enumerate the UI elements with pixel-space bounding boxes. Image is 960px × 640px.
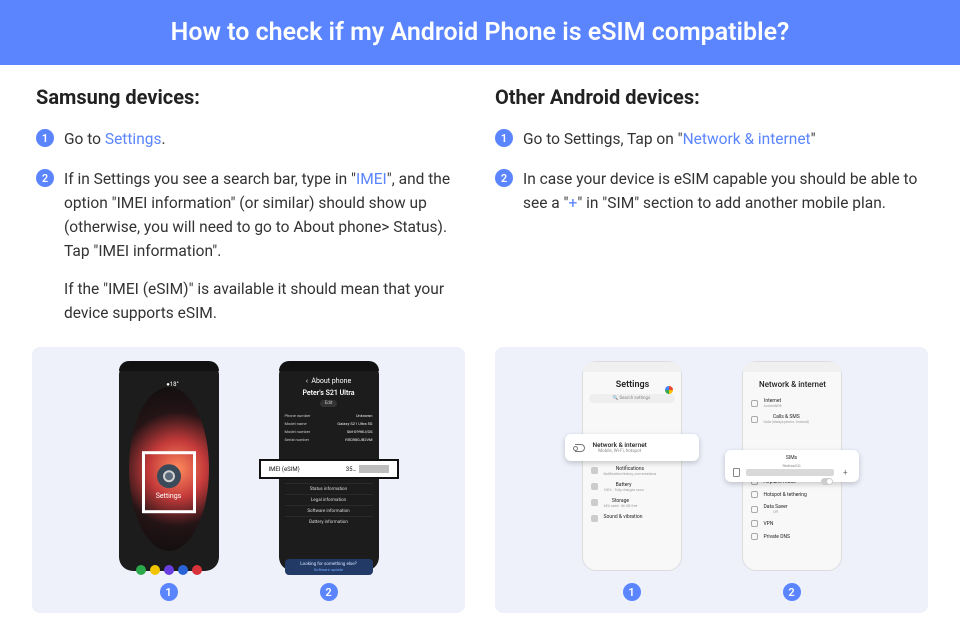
imei-highlight: IMEI (eSIM) 35… [259, 459, 399, 479]
dock-app-icon [164, 565, 174, 575]
dock-app-icon [136, 565, 146, 575]
other-shot-2: Network & internet InternetAndroidWifiCa… [742, 361, 842, 601]
phone-frame: Settings 🔍 Search settings Network & int… [582, 361, 682, 571]
network-internet-link[interactable]: Network & internet [683, 130, 811, 148]
other-step-1: 1 Go to Settings, Tap on "Network & inte… [495, 127, 924, 151]
other-heading: Other Android devices: [495, 85, 924, 109]
samsung-heading: Samsung devices: [36, 85, 465, 109]
status-bar [279, 361, 379, 371]
search-settings: 🔍 Search settings [589, 394, 675, 403]
settings-label: Settings [156, 492, 182, 500]
imei-link[interactable]: IMEI [356, 170, 387, 188]
other-steps: 1 Go to Settings, Tap on "Network & inte… [495, 127, 924, 215]
step-text: If in Settings you see a search bar, typ… [64, 167, 465, 325]
samsung-shot-2: ‹ About phone Peter's S21 Ultra Edit Pho… [279, 361, 379, 601]
samsung-gallery: ●18° Settings 1 [32, 347, 465, 613]
galleries: ●18° Settings 1 [0, 347, 960, 613]
step-badge: 2 [36, 169, 54, 187]
samsung-step-1: 1 Go to Settings. [36, 127, 465, 151]
other-shot-1: Settings 🔍 Search settings Network & int… [582, 361, 682, 601]
card-subtitle: Mobile, Wi-Fi, hotspot [593, 449, 647, 454]
samsung-steps: 1 Go to Settings. 2 If in Settings you s… [36, 127, 465, 325]
dock-app-icon [192, 565, 202, 575]
status-bar [743, 362, 841, 372]
settings-link[interactable]: Settings [105, 130, 162, 148]
blurred-region [359, 465, 389, 473]
status-bar [583, 362, 681, 372]
step-badge: 1 [495, 129, 513, 147]
shot-number: 1 [160, 583, 178, 601]
edit-button: Edit [320, 400, 338, 407]
shot-number: 2 [783, 583, 801, 601]
imei-value: 35… [346, 466, 357, 473]
step-badge: 2 [495, 169, 513, 187]
other-gallery: Settings 🔍 Search settings Network & int… [495, 347, 928, 613]
settings-title: Settings [591, 380, 675, 390]
google-icon [665, 386, 673, 394]
net-after-rows: Airplane modeHotspot & tetheringData Sav… [749, 475, 835, 543]
plus-icon: + [840, 468, 851, 477]
shot-number: 2 [320, 583, 338, 601]
plus-link[interactable]: + [569, 194, 578, 212]
net-top-rows: InternetAndroidWifiCalls & SMSData (alwa… [749, 395, 835, 427]
about-more-list: Status informationLegal informationSoftw… [285, 483, 373, 527]
sims-header: SIMs [733, 455, 851, 461]
phone-frame: Network & internet InternetAndroidWifiCa… [742, 361, 842, 571]
back-icon: ‹ [306, 377, 308, 385]
page-title: How to check if my Android Phone is eSIM… [0, 18, 960, 47]
step-text: In case your device is eSIM capable you … [523, 167, 924, 215]
step-text: Go to Settings. [64, 127, 166, 151]
status-bar [119, 361, 219, 371]
gear-icon [157, 464, 181, 488]
samsung-step-2: 2 If in Settings you see a search bar, t… [36, 167, 465, 325]
device-name: Peter's S21 Ultra [285, 389, 373, 397]
sims-card: SIMs RedtaoGO + [725, 450, 859, 482]
page-header: How to check if my Android Phone is eSIM… [0, 0, 960, 65]
phone-frame: ●18° Settings [119, 361, 219, 571]
other-column: Other Android devices: 1 Go to Settings,… [495, 85, 924, 341]
imei-label: IMEI (eSIM) [269, 466, 300, 473]
about-phone-header: About phone [311, 377, 351, 385]
sim-icon [733, 468, 740, 477]
instructions-columns: Samsung devices: 1 Go to Settings. 2 If … [0, 65, 960, 341]
blurred-region [746, 469, 834, 476]
shot-number: 1 [623, 583, 641, 601]
step-text: Go to Settings, Tap on "Network & intern… [523, 127, 816, 151]
help-prompt: Looking for something else? Software upd… [285, 559, 373, 575]
network-internet-card: Network & internet Mobile, Wi-Fi, hotspo… [565, 434, 699, 461]
step-badge: 1 [36, 129, 54, 147]
wifi-icon [575, 444, 585, 452]
network-internet-title: Network & internet [751, 380, 835, 389]
samsung-shot-1: ●18° Settings 1 [119, 361, 219, 601]
dock-app-icon [150, 565, 160, 575]
settings-highlight: Settings [142, 451, 196, 513]
other-step-2: 2 In case your device is eSIM capable yo… [495, 167, 924, 215]
phone-frame: ‹ About phone Peter's S21 Ultra Edit Pho… [279, 361, 379, 571]
dock-app-icon [178, 565, 188, 575]
app-dock [119, 565, 219, 575]
card-title: Network & internet [593, 441, 647, 449]
about-rows: Phone numberUnknownModel nameGalaxy S21 … [285, 411, 373, 443]
samsung-column: Samsung devices: 1 Go to Settings. 2 If … [36, 85, 465, 341]
